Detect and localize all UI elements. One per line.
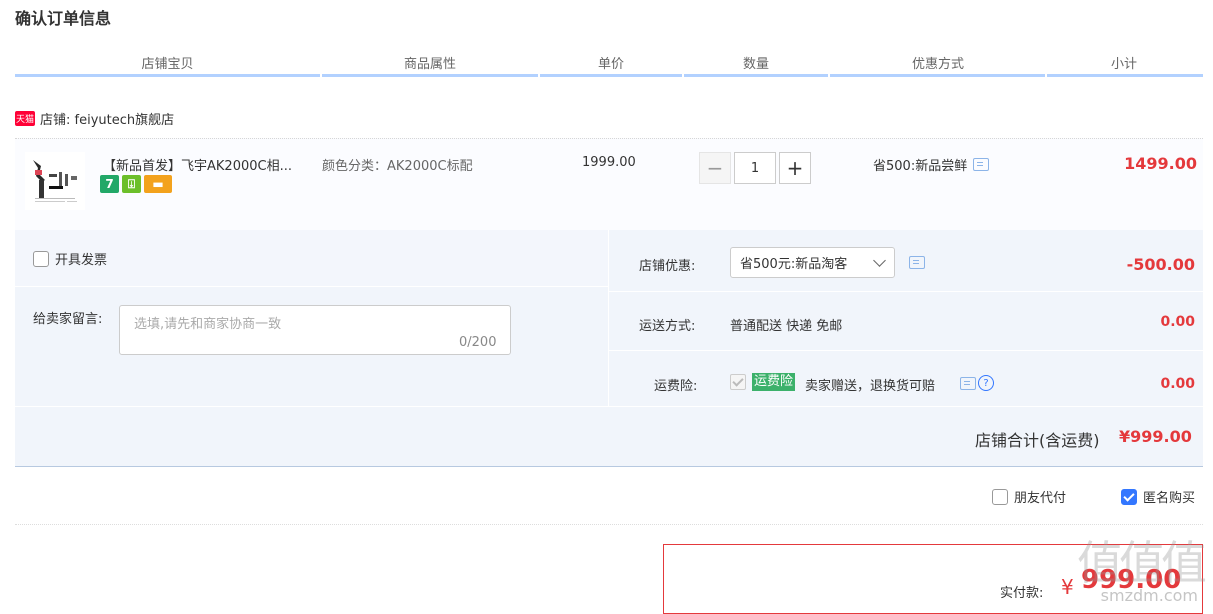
item-title[interactable]: 【新品首发】飞宇AK2000C相... — [103, 155, 292, 174]
panel-bottom-border — [15, 466, 1203, 467]
shop-total-label: 店铺合计(含运费) — [975, 431, 1100, 450]
panel-divider — [608, 230, 609, 406]
anonymous-purchase-option[interactable]: 匿名购买 — [1121, 487, 1195, 506]
message-label: 给卖家留言: — [33, 312, 103, 327]
header-separator — [320, 74, 322, 77]
shop-row: 天猫 店铺: feiyutech旗舰店 — [15, 108, 174, 128]
seven-day-return-icon[interactable]: 7 — [100, 175, 119, 193]
shipping-label: 运送方式: — [639, 319, 696, 334]
item-subtotal: 1499.00 — [1124, 154, 1197, 173]
tmall-icon: 天猫 — [15, 110, 35, 126]
payment-label: 实付款: — [1000, 586, 1044, 601]
comment-icon[interactable] — [909, 256, 925, 269]
item-row — [15, 138, 1203, 231]
watermark-logo: 值值值 — [1077, 536, 1207, 590]
decrease-quantity-button[interactable]: − — [699, 152, 731, 184]
message-placeholder: 选填,请先和商家协商一致 — [134, 317, 282, 332]
comment-icon[interactable] — [960, 376, 976, 390]
header-separator — [828, 74, 830, 77]
header-separator — [538, 74, 540, 77]
anonymous-purchase-checkbox[interactable] — [1121, 488, 1137, 505]
quantity-stepper: − 1 + — [699, 152, 811, 184]
shop-name[interactable]: 店铺: feiyutech旗舰店 — [40, 109, 174, 128]
header-underline — [15, 74, 1203, 77]
service-badges: 7 ⍗ ▬ — [100, 175, 172, 193]
guarantee-icon[interactable]: ⍗ — [122, 175, 141, 193]
credit-card-icon[interactable]: ▬ — [144, 175, 172, 193]
shop-discount-amount: -500.00 — [1126, 255, 1195, 274]
header-quantity: 数量 — [742, 57, 769, 72]
anonymous-purchase-label: 匿名购买 — [1143, 491, 1196, 506]
invoice-option[interactable]: 开具发票 — [33, 249, 107, 268]
insurance-icons: ? — [960, 375, 994, 391]
invoice-label: 开具发票 — [55, 253, 108, 268]
insurance-description: 卖家赠送，退换货可赔 — [805, 379, 936, 394]
chevron-down-icon — [873, 254, 886, 267]
header-unit-price: 单价 — [597, 57, 624, 72]
insurance-checkbox[interactable] — [730, 374, 746, 390]
divider — [15, 524, 1203, 525]
increase-quantity-button[interactable]: + — [779, 152, 811, 184]
row-divider — [15, 406, 1203, 407]
shop-total-value: ¥999.00 — [1119, 427, 1192, 446]
friend-pay-label: 朋友代付 — [1014, 491, 1067, 506]
row-divider — [609, 291, 1203, 292]
row-divider — [609, 350, 1203, 351]
shop-discount-select[interactable]: 省500元:新品淘客 — [730, 247, 895, 278]
item-promotion: 省500:新品尝鲜 — [873, 155, 990, 174]
help-icon[interactable]: ? — [978, 375, 994, 391]
friend-pay-option[interactable]: 朋友代付 — [992, 487, 1066, 506]
product-thumbnail[interactable] — [25, 152, 85, 210]
row-divider — [15, 286, 608, 287]
header-subtotal: 小计 — [1110, 57, 1137, 72]
payment-currency: ¥ — [1061, 575, 1074, 599]
header-promotion: 优惠方式 — [911, 57, 964, 72]
promotion-text: 省500:新品尝鲜 — [873, 159, 968, 174]
message-char-count: 0/200 — [459, 335, 497, 350]
header-separator — [682, 74, 684, 77]
watermark-site: smzdm.com — [1100, 586, 1198, 605]
shop-discount-label: 店铺优惠: — [639, 259, 696, 274]
shipping-amount: 0.00 — [1160, 314, 1195, 330]
header-shop-item: 店铺宝贝 — [141, 57, 194, 72]
header-attributes: 商品属性 — [403, 57, 456, 72]
quantity-input[interactable]: 1 — [734, 152, 776, 184]
friend-pay-checkbox[interactable] — [992, 488, 1008, 505]
invoice-checkbox[interactable] — [33, 250, 49, 267]
item-attribute: 颜色分类：AK2000C标配 — [322, 159, 473, 174]
insurance-label: 运费险: — [654, 379, 698, 394]
page-title: 确认订单信息 — [15, 9, 112, 28]
comment-icon[interactable] — [973, 158, 990, 171]
header-separator — [1045, 74, 1047, 77]
insurance-tag: 运费险 — [752, 373, 796, 391]
shop-discount-value: 省500元:新品淘客 — [740, 257, 848, 272]
unit-price: 1999.00 — [582, 155, 636, 170]
shipping-method: 普通配送 快递 免邮 — [730, 319, 843, 334]
insurance-amount: 0.00 — [1160, 376, 1195, 392]
